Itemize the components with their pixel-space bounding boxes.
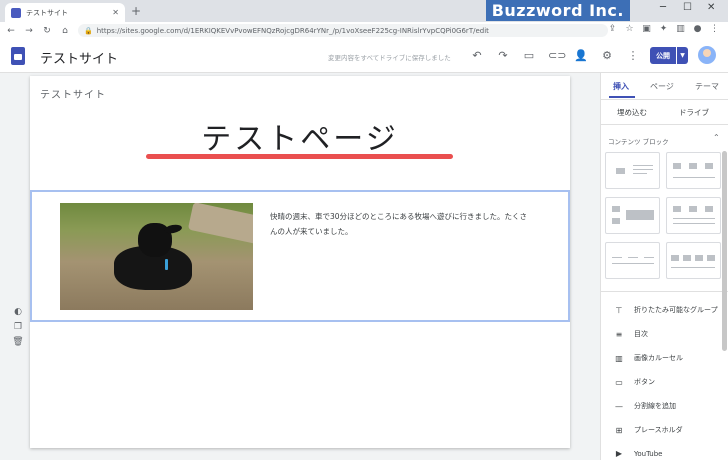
tab-title: テストサイト bbox=[26, 8, 68, 17]
new-tab-icon[interactable]: + bbox=[131, 4, 141, 18]
bookmark-star-icon[interactable]: ☆ bbox=[624, 24, 635, 34]
chrome-menu-icon[interactable]: ⋮ bbox=[709, 24, 720, 34]
home-icon[interactable]: ⌂ bbox=[58, 26, 72, 36]
active-tab-indicator bbox=[609, 96, 635, 98]
insert-table-of-contents[interactable]: ≡ 目次 bbox=[613, 329, 648, 339]
panel-scrollbar[interactable] bbox=[722, 151, 727, 351]
redo-icon[interactable]: ↷ bbox=[496, 49, 510, 62]
close-tab-icon[interactable]: ✕ bbox=[112, 8, 119, 17]
reload-icon[interactable]: ↻ bbox=[40, 26, 54, 36]
page-title[interactable]: テストページ bbox=[30, 114, 570, 158]
item-label: 分割線を追加 bbox=[634, 402, 676, 410]
settings-gear-icon[interactable]: ⚙ bbox=[600, 49, 614, 62]
heading-underline bbox=[146, 154, 453, 159]
item-label: 画像カルーセル bbox=[634, 354, 683, 362]
panel-divider bbox=[601, 99, 728, 100]
panel-divider bbox=[601, 124, 728, 125]
sites-logo-icon[interactable] bbox=[11, 47, 25, 65]
body-text[interactable]: 快晴の週末、車で30分ほどのところにある牧場へ遊びに行きました。たくさんの人が来… bbox=[270, 209, 530, 239]
insert-placeholder[interactable]: ⊞ プレースホルダ bbox=[613, 425, 683, 435]
link-icon[interactable]: ⊂⊃ bbox=[548, 49, 566, 62]
button-icon: ▭ bbox=[615, 377, 623, 387]
tab-insert[interactable]: 挿入 bbox=[613, 81, 629, 92]
insert-divider[interactable]: — 分割線を追加 bbox=[613, 401, 676, 411]
lamb-photo[interactable] bbox=[60, 203, 253, 310]
chevron-up-icon[interactable]: ⌃ bbox=[713, 133, 720, 142]
content-block-3[interactable] bbox=[605, 197, 660, 234]
duplicate-icon[interactable]: ❐ bbox=[12, 322, 24, 332]
insert-image-carousel[interactable]: ▥ 画像カルーセル bbox=[613, 353, 683, 363]
content-blocks-grid bbox=[605, 152, 723, 279]
item-label: プレースホルダ bbox=[634, 426, 683, 434]
browser-tab[interactable]: テストサイト ✕ bbox=[5, 3, 125, 22]
address-bar: ← → ↻ ⌂ 🔒 https://sites.google.com/d/1ER… bbox=[0, 22, 728, 39]
share-icon[interactable]: ⇪ bbox=[607, 24, 618, 34]
more-options-icon[interactable]: ⋮ bbox=[626, 49, 640, 62]
watermark: Buzzword Inc. bbox=[485, 0, 630, 21]
tab-pages[interactable]: ページ bbox=[650, 81, 674, 92]
item-label: YouTube bbox=[634, 449, 663, 458]
lamb-tag bbox=[165, 259, 168, 270]
content-block-2[interactable] bbox=[666, 152, 721, 189]
image-carousel-icon: ▥ bbox=[615, 353, 623, 363]
insert-drive[interactable]: ドライブ bbox=[679, 107, 709, 118]
divider-icon: — bbox=[615, 401, 623, 411]
url-text: https://sites.google.com/d/1ERKIQKEVvPvo… bbox=[96, 26, 489, 35]
insert-embed[interactable]: 埋め込む bbox=[617, 107, 647, 118]
panel-divider bbox=[601, 291, 728, 292]
side-panel: 挿入 ページ テーマ 埋め込む ドライブ コンテンツ ブロック ⌃ ⊤ 折りたた… bbox=[600, 73, 728, 460]
delete-icon[interactable]: 🗑 bbox=[12, 337, 24, 347]
placeholder-icon: ⊞ bbox=[615, 425, 623, 435]
preview-icon[interactable]: ▭ bbox=[522, 49, 536, 62]
insert-button[interactable]: ▭ ボタン bbox=[613, 377, 655, 387]
content-block-1[interactable] bbox=[605, 152, 660, 189]
content-block-4[interactable] bbox=[666, 197, 721, 234]
palette-icon[interactable]: ◐ bbox=[12, 307, 24, 317]
maximize-icon[interactable]: ☐ bbox=[683, 2, 692, 13]
close-window-icon[interactable]: ✕ bbox=[707, 2, 715, 13]
publish-button[interactable]: 公開 bbox=[650, 47, 676, 64]
site-title[interactable]: テストサイト bbox=[40, 48, 118, 67]
collapsible-group-icon: ⊤ bbox=[615, 305, 623, 315]
lock-icon: 🔒 bbox=[84, 26, 93, 35]
item-label: 目次 bbox=[634, 330, 648, 338]
item-label: ボタン bbox=[634, 378, 655, 386]
section-toolbar: ◐ ❐ 🗑 bbox=[12, 307, 24, 347]
insert-collapsible-group[interactable]: ⊤ 折りたたみ可能なグループ bbox=[613, 305, 718, 315]
profile-icon[interactable]: ● bbox=[692, 24, 703, 34]
url-input[interactable]: 🔒 https://sites.google.com/d/1ERKIQKEVvP… bbox=[78, 24, 608, 37]
minimize-icon[interactable]: ─ bbox=[660, 2, 666, 13]
selected-section[interactable]: 快晴の週末、車で30分ほどのところにある牧場へ遊びに行きました。たくさんの人が来… bbox=[30, 190, 570, 322]
youtube-icon: ▶ bbox=[615, 449, 623, 458]
item-label: 折りたたみ可能なグループ bbox=[634, 306, 718, 314]
page-preview: テストサイト テストページ 快晴の週末、車で30分ほどのところにある牧場へ遊びに… bbox=[30, 76, 570, 448]
sites-header: テストサイト 変更内容をすべてドライブに保存しました ↶ ↷ ▭ ⊂⊃ 👤 ⚙ … bbox=[0, 39, 728, 73]
sites-favicon-icon bbox=[11, 7, 21, 18]
save-status: 変更内容をすべてドライブに保存しました bbox=[328, 54, 451, 62]
insert-youtube[interactable]: ▶ YouTube bbox=[613, 449, 663, 458]
extension-icon[interactable]: ▣ bbox=[641, 24, 652, 34]
avatar[interactable] bbox=[698, 46, 716, 64]
content-block-6[interactable] bbox=[666, 242, 721, 279]
back-icon[interactable]: ← bbox=[4, 26, 18, 36]
table-of-contents-icon: ≡ bbox=[615, 329, 623, 339]
browser-tabbar: テストサイト ✕ + Buzzword Inc. ─ ☐ ✕ bbox=[0, 0, 728, 22]
puzzle-icon[interactable]: ✦ bbox=[658, 24, 669, 34]
lamb-ear bbox=[163, 223, 183, 235]
content-blocks-label: コンテンツ ブロック bbox=[608, 138, 669, 146]
sidepanel-icon[interactable]: ▥ bbox=[675, 24, 686, 34]
publish-dropdown-icon[interactable]: ▼ bbox=[677, 47, 688, 64]
forward-icon[interactable]: → bbox=[22, 26, 36, 36]
tab-themes[interactable]: テーマ bbox=[695, 81, 719, 92]
page-site-name[interactable]: テストサイト bbox=[40, 86, 106, 101]
share-with-others-icon[interactable]: 👤 bbox=[574, 49, 588, 62]
undo-icon[interactable]: ↶ bbox=[470, 49, 484, 62]
editor-canvas: テストサイト テストページ 快晴の週末、車で30分ほどのところにある牧場へ遊びに… bbox=[0, 73, 600, 460]
panel-tabs: 挿入 ページ テーマ bbox=[601, 73, 728, 99]
content-block-5[interactable] bbox=[605, 242, 660, 279]
photo-log bbox=[187, 203, 253, 244]
